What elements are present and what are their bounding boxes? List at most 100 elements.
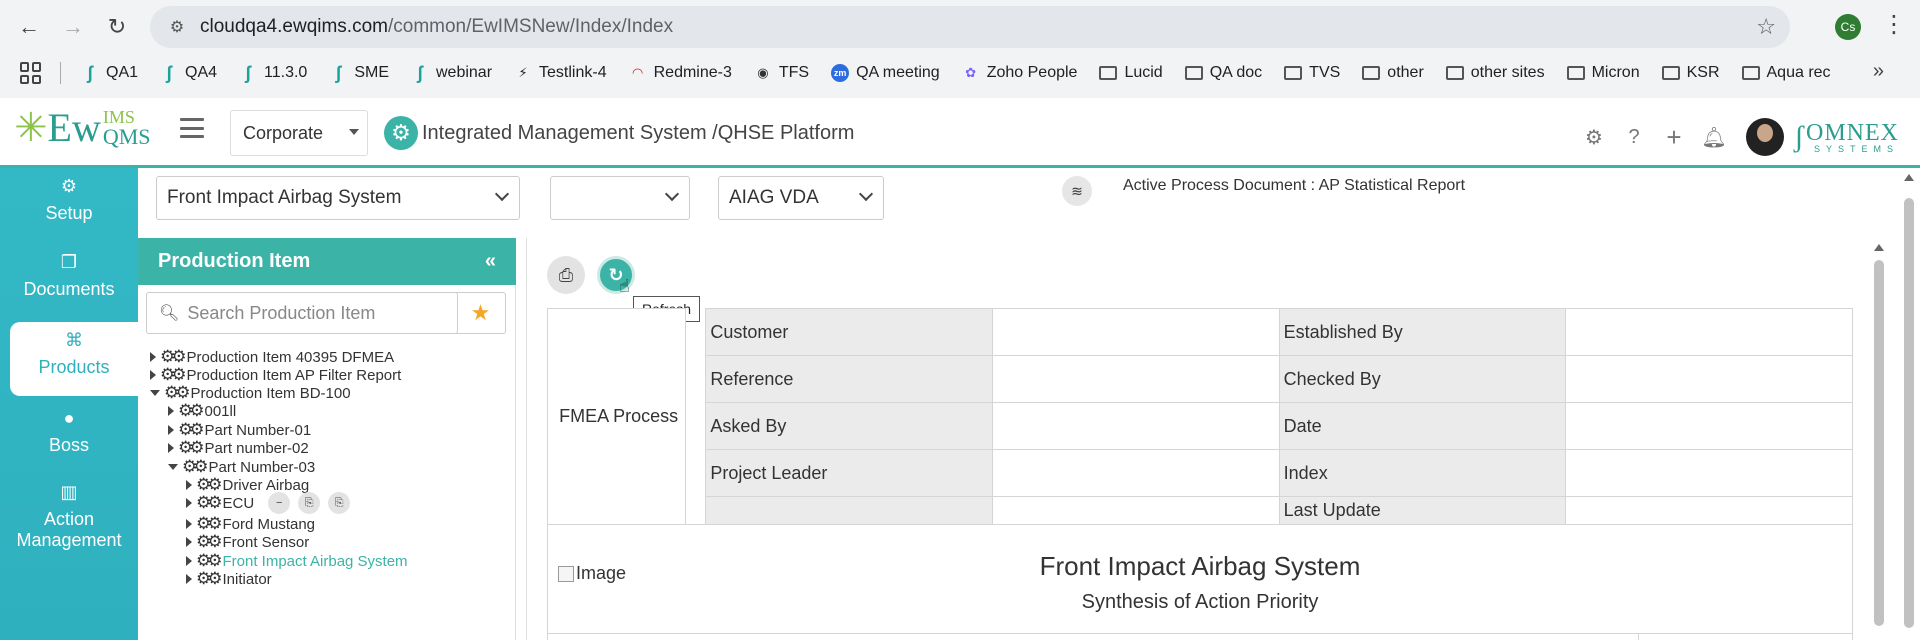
logo-burst-icon: ✳ (14, 106, 48, 150)
remove-icon[interactable]: − (268, 492, 291, 514)
product-select[interactable]: Front Impact Airbag System (156, 176, 520, 220)
bookmark-ksr[interactable]: KSR (1661, 64, 1720, 82)
apps-grid-icon[interactable] (20, 62, 42, 84)
tree-node-label: Ford Mustang (222, 515, 316, 533)
bookmark-testlink-4[interactable]: ⚡ Testlink-4 (514, 64, 606, 82)
page-scrollbar[interactable] (1902, 168, 1916, 640)
paste-icon[interactable]: ⎘ (328, 492, 351, 514)
corporate-select[interactable]: Corporate (230, 110, 368, 156)
nav-setup[interactable]: ⚙ Setup (0, 176, 138, 236)
tree-node[interactable]: ⚙⚙ ECU − ⎘ ⎘ (186, 492, 358, 514)
page-scroll-up-icon[interactable] (1904, 174, 1914, 181)
nav-documents-label: Documents (23, 279, 115, 299)
products-icon: ⌘ (65, 330, 83, 350)
bookmark-sme[interactable]: ʃ SME (329, 63, 389, 83)
fmea-process-cell: FMEA Process (546, 308, 687, 525)
search-placeholder: Search Production Item (187, 302, 376, 323)
tree-node[interactable]: ⚙⚙ Initiator (186, 568, 272, 590)
bookmark-webinar[interactable]: ʃ webinar (411, 63, 492, 83)
caret-down-icon[interactable] (150, 390, 160, 396)
nav-documents[interactable]: ❐ Documents (0, 252, 138, 312)
bookmark-other-sites[interactable]: other sites (1445, 64, 1545, 82)
site-settings-icon[interactable]: ⚙ (166, 16, 188, 38)
layers-icon[interactable]: ≋ (1062, 176, 1092, 206)
user-avatar[interactable] (1746, 118, 1784, 156)
bookmark-lucid[interactable]: Lucid (1099, 64, 1163, 82)
omnex-brand-sub: SYSTEMS (1813, 143, 1899, 154)
bookmark-qa-meeting[interactable]: zm QA meeting (831, 64, 940, 82)
caret-right-icon[interactable] (168, 443, 174, 453)
caret-right-icon[interactable] (168, 406, 174, 416)
nav-action-management[interactable]: ▥ Action Management (0, 482, 138, 562)
caret-right-icon[interactable] (186, 556, 192, 566)
tree-node-label: Production Item BD-100 (190, 384, 351, 402)
production-item-search[interactable]: 🔍︎ Search Production Item (146, 292, 458, 334)
caret-right-icon[interactable] (150, 370, 156, 380)
profile-avatar[interactable]: Cs (1835, 14, 1861, 40)
back-arrow-icon[interactable]: ← (14, 12, 44, 42)
standard-select[interactable]: AIAG VDA (718, 176, 884, 220)
scroll-up-icon[interactable] (1874, 244, 1884, 251)
documents-icon: ❐ (60, 252, 78, 272)
gears-icon: ⚙⚙ (178, 438, 205, 457)
gap-cell (685, 308, 707, 525)
print-button[interactable]: ⎙ (547, 256, 585, 294)
field-label: Checked By (1278, 355, 1567, 403)
bookmark-redmine-3[interactable]: ◠ Redmine-3 (629, 64, 732, 82)
folder-icon (1661, 66, 1680, 80)
tree-node-label: Part Number-01 (204, 421, 312, 439)
browser-menu-icon[interactable]: ⋮ (1882, 10, 1906, 39)
caret-right-icon[interactable] (168, 425, 174, 435)
bookmark-star-icon[interactable]: ☆ (1756, 14, 1776, 40)
nav-boss[interactable]: ● Boss (0, 408, 138, 468)
field-value (992, 308, 1280, 356)
copy-icon[interactable]: ⎘ (298, 492, 321, 514)
caret-right-icon[interactable] (150, 352, 156, 362)
bookmark-qa-doc[interactable]: QA doc (1184, 64, 1262, 82)
bookmark-11-3-0[interactable]: ʃ 11.3.0 (239, 63, 307, 83)
field-value (992, 496, 1280, 525)
caret-right-icon[interactable] (186, 498, 192, 508)
bookmark-micron[interactable]: Micron (1566, 64, 1640, 82)
bookmark-tvs[interactable]: TVS (1284, 64, 1340, 82)
forward-arrow-icon[interactable]: → (58, 12, 88, 42)
bell-icon[interactable]: 🔔︎ (1701, 125, 1726, 149)
bookmark-qa1[interactable]: ʃ QA1 (81, 63, 138, 83)
tree-node-label: Front Sensor (222, 533, 310, 551)
settings-icon[interactable]: ⚙ (1582, 125, 1606, 149)
bookmark-zoho-people[interactable]: ✿ Zoho People (962, 64, 1077, 82)
hamburger-menu-icon[interactable] (180, 118, 204, 138)
nav-products[interactable]: ⌘ Products (10, 322, 138, 396)
caret-right-icon[interactable] (186, 480, 192, 490)
add-icon[interactable]: + (1662, 122, 1686, 152)
address-bar[interactable]: ⚙ cloudqa4.ewqims.com/common/EwIMSNew/In… (150, 6, 1790, 48)
panel-title: Production Item (158, 250, 311, 272)
fmea-row: Reference Checked By (548, 355, 1853, 403)
caret-right-icon[interactable] (186, 574, 192, 584)
help-icon[interactable]: ? (1622, 125, 1646, 149)
app-header: ✳ Ew IMS QMS Corporate ⚙ Integrated Mana… (0, 98, 1920, 168)
caret-right-icon[interactable] (186, 537, 192, 547)
content-scrollbar[interactable] (1872, 238, 1886, 640)
secondary-select[interactable] (550, 176, 690, 220)
caret-down-icon[interactable] (168, 464, 178, 470)
fmea-row: Last Update (548, 496, 1853, 525)
bookmark-tfs[interactable]: ◉ TFS (754, 64, 809, 82)
caret-right-icon[interactable] (186, 519, 192, 529)
favorite-star-button[interactable]: ★ (456, 292, 506, 334)
collapse-panel-icon[interactable]: « (485, 250, 496, 273)
scrollbar-thumb[interactable] (1874, 260, 1884, 626)
gears-icon: ⚙⚙ (196, 569, 223, 588)
folder-icon (1741, 66, 1760, 80)
more-bookmarks-icon[interactable]: » (1873, 60, 1884, 83)
bookmark-qa4[interactable]: ʃ QA4 (160, 63, 217, 83)
reload-icon[interactable]: ↻ (102, 12, 132, 42)
page-scrollbar-thumb[interactable] (1904, 198, 1914, 628)
field-label: Date (1278, 402, 1567, 450)
bookmark-aqua-rec[interactable]: Aqua rec (1741, 64, 1831, 82)
field-value (1565, 308, 1853, 356)
ewqims-logo[interactable]: ✳ Ew IMS QMS (14, 106, 151, 150)
bookmark-other[interactable]: other (1362, 64, 1424, 82)
standard-select-value: AIAG VDA (729, 187, 819, 208)
omnex-brand: OMNEX (1806, 119, 1899, 146)
